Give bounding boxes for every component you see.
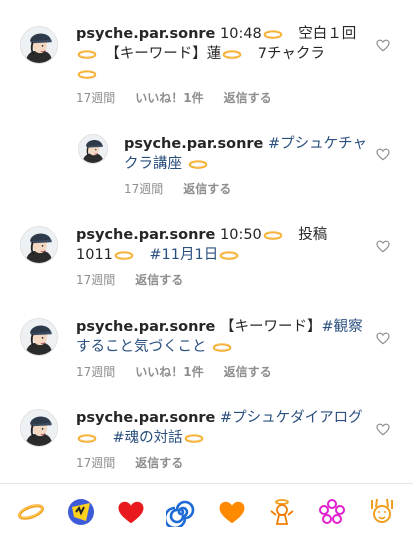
- comment-body-text: 投稿: [283, 227, 328, 243]
- comment-text: psyche.par.sonre 10:48 空白１回 【キーワード】蓮 7チャ…: [76, 24, 371, 84]
- hashtag-link[interactable]: #プシュケチャ: [263, 136, 367, 152]
- like-heart-icon[interactable]: [375, 146, 391, 162]
- comment-time-text: 10:48: [215, 26, 262, 42]
- comment-meta: 17週間 いいね！1件 返信する: [76, 89, 292, 106]
- comment-username[interactable]: psyche.par.sonre: [76, 227, 215, 243]
- avatar[interactable]: [20, 409, 58, 447]
- comment-username[interactable]: psyche.par.sonre: [124, 136, 263, 152]
- halo-icon: [187, 159, 209, 170]
- comment-meta: 17週間 返信する: [76, 271, 203, 288]
- comment-time: 17週間: [76, 456, 116, 470]
- emoji-quick-bar: [0, 483, 413, 539]
- reply-button[interactable]: 返信する: [224, 363, 272, 380]
- comment-body-text: 空白１回: [283, 26, 357, 42]
- comment-time: 17週間: [76, 273, 116, 287]
- like-heart-icon[interactable]: [375, 421, 391, 437]
- comment-time-text: 10:50: [215, 227, 262, 243]
- comment-username[interactable]: psyche.par.sonre: [76, 26, 215, 42]
- comment-meta: 17週間 返信する: [124, 180, 251, 197]
- avatar-image: [21, 410, 57, 446]
- avatar-image: [79, 135, 107, 163]
- ghost-wink-icon[interactable]: [64, 495, 98, 529]
- halo-icon: [76, 49, 98, 60]
- halo-icon: [221, 49, 243, 60]
- flower-icon[interactable]: [315, 495, 349, 529]
- halo-icon: [211, 342, 233, 353]
- halo-icon: [218, 250, 240, 261]
- halo-icon: [262, 230, 284, 241]
- avatar-image: [21, 27, 57, 63]
- comment-keyword: 【キーワード】: [215, 319, 322, 335]
- comment-time: 17週間: [76, 91, 116, 105]
- orange-heart-icon[interactable]: [215, 495, 249, 529]
- like-heart-icon[interactable]: [375, 37, 391, 53]
- comment-username[interactable]: psyche.par.sonre: [76, 410, 215, 426]
- comment-text: psyche.par.sonre #プシュケチャ クラ講座: [124, 134, 371, 174]
- hashtag-link[interactable]: #プシュケダイアログ: [215, 410, 363, 426]
- comment-time: 17週間: [124, 182, 164, 196]
- hashtag-link[interactable]: すること気づくこと: [76, 339, 207, 355]
- comment-text: psyche.par.sonre 10:50 投稿 1011 #11月1日: [76, 225, 371, 265]
- halo-icon: [183, 433, 205, 444]
- avatar[interactable]: [78, 134, 108, 164]
- halo-ring-icon[interactable]: [14, 495, 48, 529]
- hashtag-link[interactable]: #11月1日: [149, 247, 218, 263]
- comment-likes[interactable]: いいね！1件: [135, 89, 203, 106]
- comment-number: 1011: [76, 247, 113, 263]
- reply-button[interactable]: 返信する: [224, 89, 272, 106]
- spacer-text: [135, 247, 150, 263]
- hashtag-link[interactable]: #魂の対話: [113, 430, 183, 446]
- comment-keyword: 【キーワード】蓮: [112, 46, 222, 62]
- like-heart-icon[interactable]: [375, 238, 391, 254]
- comment-likes[interactable]: いいね！1件: [135, 363, 203, 380]
- hashtag-link[interactable]: クラ講座: [124, 156, 182, 172]
- halo-icon: [76, 69, 98, 80]
- avatar-image: [21, 319, 57, 355]
- reply-button[interactable]: 返信する: [135, 271, 183, 288]
- reply-button[interactable]: 返信する: [183, 180, 231, 197]
- avatar[interactable]: [20, 226, 58, 264]
- comment-chakra: 7チャクラ: [243, 46, 325, 62]
- raised-hands-icon[interactable]: [365, 495, 399, 529]
- avatar-image: [21, 227, 57, 263]
- angel-icon[interactable]: [265, 495, 299, 529]
- halo-icon: [262, 29, 284, 40]
- comment-text: psyche.par.sonre #プシュケダイアログ #魂の対話: [76, 408, 371, 448]
- halo-icon: [76, 433, 98, 444]
- comment-username[interactable]: psyche.par.sonre: [76, 319, 215, 335]
- comment-text: psyche.par.sonre 【キーワード】#観察 すること気づくこと: [76, 317, 371, 357]
- avatar[interactable]: [20, 318, 58, 356]
- comment-meta: 17週間 返信する: [76, 454, 203, 471]
- like-heart-icon[interactable]: [375, 330, 391, 346]
- avatar[interactable]: [20, 26, 58, 64]
- comment-meta: 17週間 いいね！1件 返信する: [76, 363, 292, 380]
- hashtag-link[interactable]: #観察: [322, 319, 363, 335]
- halo-icon: [113, 250, 135, 261]
- red-heart-icon[interactable]: [114, 495, 148, 529]
- comment-time: 17週間: [76, 365, 116, 379]
- reply-button[interactable]: 返信する: [135, 454, 183, 471]
- cyclone-icon[interactable]: [164, 495, 198, 529]
